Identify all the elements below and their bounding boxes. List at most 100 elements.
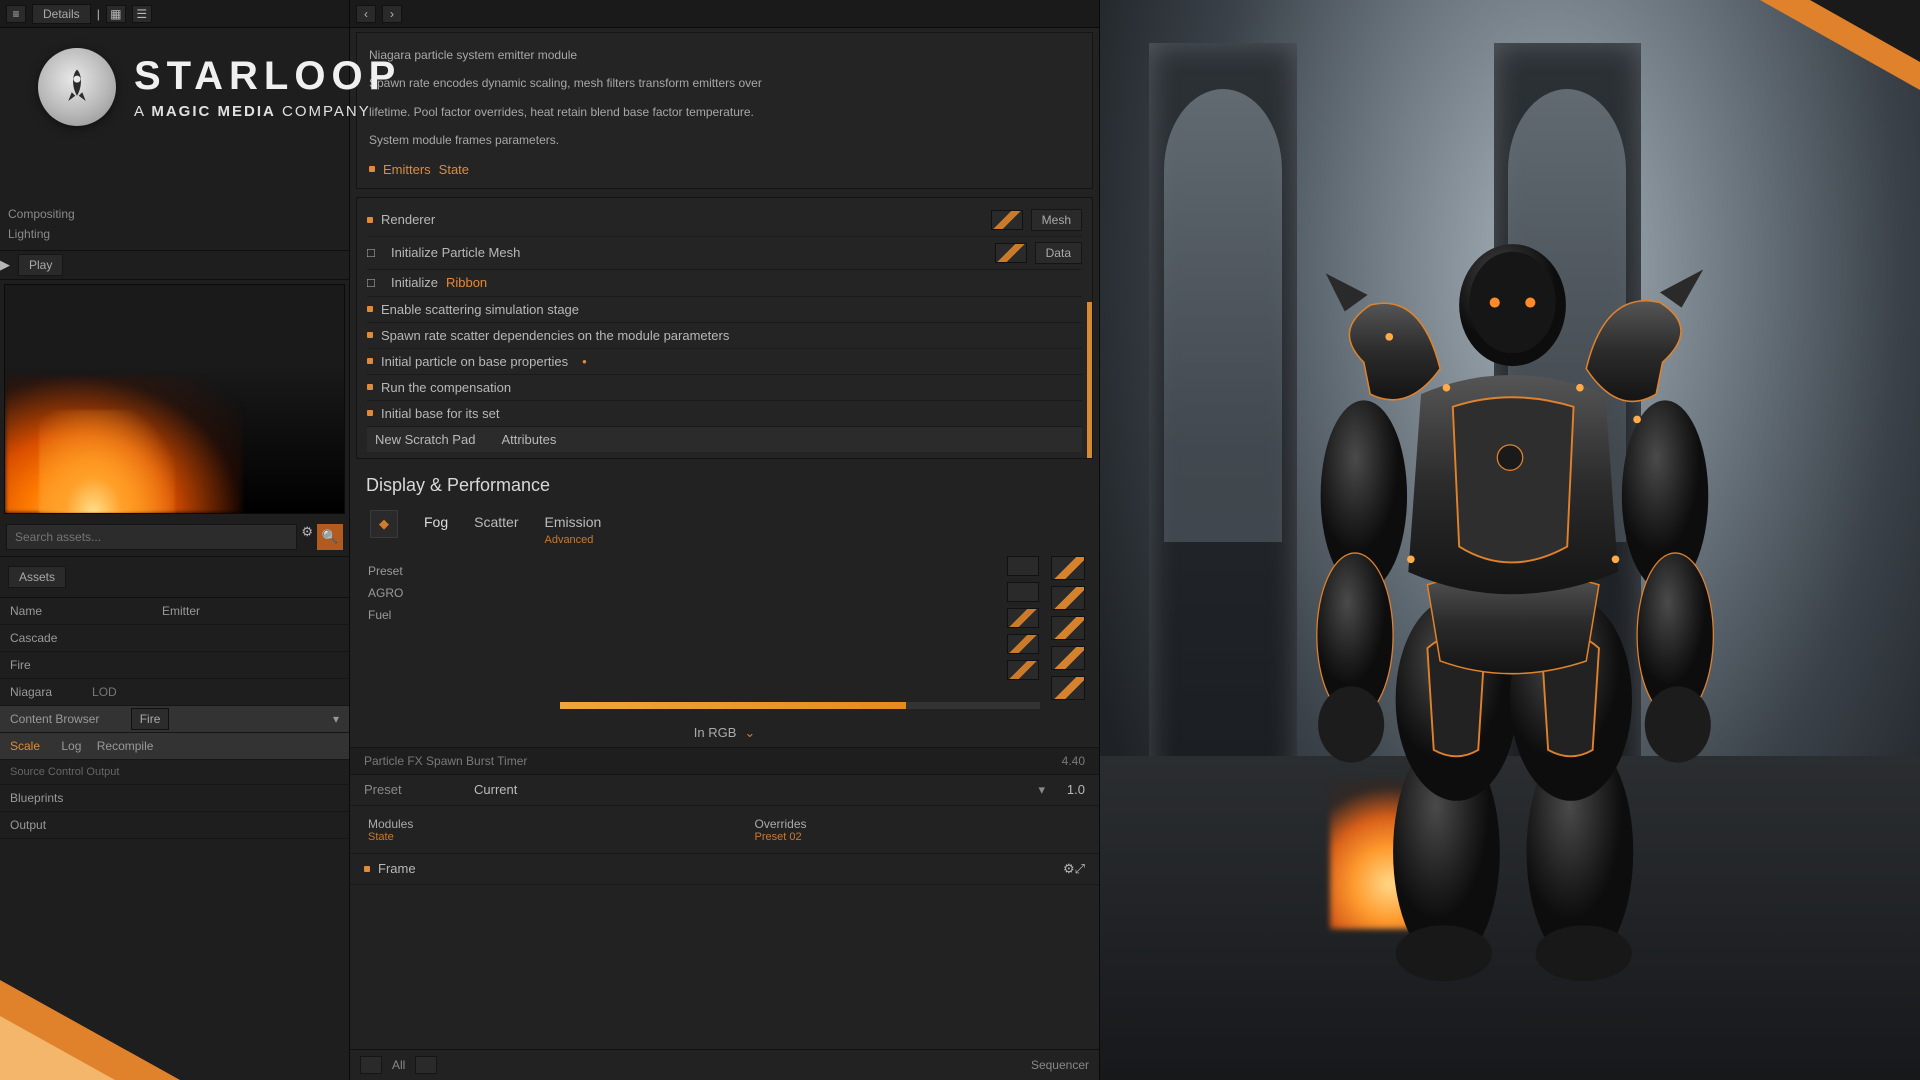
check-item[interactable]: Run the compensation xyxy=(381,380,511,395)
progress-row xyxy=(350,696,1099,719)
tab-row: ◆ Fog Scatter EmissionAdvanced xyxy=(350,504,1099,556)
list-item[interactable]: NameEmitter xyxy=(0,598,349,625)
list-item[interactable]: Blueprints xyxy=(0,785,349,812)
module-name[interactable]: Initialize Particle Mesh xyxy=(391,245,520,260)
chevron-down-icon: ⌄ xyxy=(744,725,755,741)
middle-panel: ‹ › Niagara particle system emitter modu… xyxy=(350,0,1100,1080)
preset-thumb[interactable] xyxy=(1007,608,1039,628)
dot-icon xyxy=(364,866,370,872)
module-name[interactable]: Initialize xyxy=(391,275,438,290)
preset-thumb[interactable] xyxy=(1051,646,1085,670)
link[interactable]: State xyxy=(439,162,469,177)
details-tab[interactable]: Details xyxy=(32,4,91,24)
dropdown[interactable]: In RGB⌄ xyxy=(350,719,1099,747)
search-input[interactable] xyxy=(6,524,297,550)
gear-icon[interactable]: ⚙ xyxy=(1063,861,1075,877)
asset-search: ⚙ 🔍 xyxy=(0,518,349,557)
prop-row[interactable]: AGRO xyxy=(368,582,1081,604)
viewport[interactable] xyxy=(1100,0,1920,1080)
side-btn[interactable]: Mesh xyxy=(1031,209,1082,231)
fwd-icon[interactable]: › xyxy=(382,5,402,23)
list-item[interactable]: Cascade xyxy=(0,625,349,652)
preset-thumb[interactable] xyxy=(1051,556,1085,580)
thumb-icon[interactable] xyxy=(995,243,1027,263)
tab[interactable]: Fog xyxy=(424,510,448,534)
foot-icon[interactable] xyxy=(360,1056,382,1074)
foot-icon[interactable] xyxy=(415,1056,437,1074)
list-item[interactable]: Fire xyxy=(0,652,349,679)
content-field[interactable]: Fire xyxy=(131,708,170,730)
assets-header: Assets xyxy=(0,557,349,598)
preset-thumb[interactable] xyxy=(1051,586,1085,610)
filter-icon[interactable]: ⚙ xyxy=(301,524,313,550)
col-sub: State xyxy=(368,831,695,843)
module-name[interactable]: Renderer xyxy=(381,212,435,227)
box-icon[interactable]: □ xyxy=(367,245,383,261)
menu-icon[interactable]: ≡ xyxy=(6,5,26,23)
list-item[interactable]: Source Control Output xyxy=(0,760,349,785)
box-icon[interactable]: □ xyxy=(367,275,383,291)
dot-icon xyxy=(367,217,373,223)
preset-thumb[interactable] xyxy=(1051,616,1085,640)
assets-tab[interactable]: Assets xyxy=(8,566,66,588)
module-tail[interactable]: Attributes xyxy=(501,432,556,447)
fire-preview[interactable] xyxy=(4,284,345,514)
tab-sub: Advanced xyxy=(544,534,601,546)
back-icon[interactable]: ‹ xyxy=(356,5,376,23)
foot-label[interactable]: Sequencer xyxy=(1031,1058,1089,1072)
nav-item[interactable]: Compositing xyxy=(8,204,341,224)
tab-badge-icon[interactable]: ◆ xyxy=(370,510,398,538)
nav-item[interactable]: Lighting xyxy=(8,224,341,244)
preset-thumb[interactable] xyxy=(1007,582,1039,602)
left-panel: ≡ Details | ▦ ☰ Compositing Lighting ▶ P… xyxy=(0,0,350,1080)
foot-label[interactable]: All xyxy=(392,1058,405,1072)
preset-thumb[interactable] xyxy=(1007,634,1039,654)
list-icon[interactable]: ☰ xyxy=(132,5,152,23)
rocket-icon xyxy=(38,48,116,126)
thumb-column xyxy=(1007,556,1039,680)
prop-row[interactable]: Preset xyxy=(368,560,1081,582)
kv-row[interactable]: PresetCurrent▾1.0 xyxy=(350,775,1099,806)
dot-icon xyxy=(367,410,373,416)
desc-line: lifetime. Pool factor overrides, heat re… xyxy=(369,98,1080,126)
mid-topbar: ‹ › xyxy=(350,0,1099,28)
preset-thumb[interactable] xyxy=(1007,660,1039,680)
search-button[interactable]: 🔍 xyxy=(317,524,343,550)
list-item[interactable]: Output xyxy=(0,812,349,839)
list-item[interactable]: Scale Log Recompile xyxy=(0,733,349,760)
progress-fill xyxy=(560,702,906,709)
dot-icon xyxy=(367,332,373,338)
preset-thumb[interactable] xyxy=(1007,556,1039,576)
check-item[interactable]: Initial base for its set xyxy=(381,406,500,421)
description-panel: Niagara particle system emitter module S… xyxy=(356,32,1093,189)
module-tag: Ribbon xyxy=(446,275,487,290)
frame-row[interactable]: Frame⚙⤢ xyxy=(350,853,1099,885)
grid-icon[interactable]: ▦ xyxy=(106,5,126,23)
desc-line: Spawn rate encodes dynamic scaling, mesh… xyxy=(369,69,1080,97)
thumb-icon[interactable] xyxy=(991,210,1023,230)
prop-row[interactable]: Fuel xyxy=(368,604,1081,626)
module-tail[interactable]: New Scratch Pad xyxy=(375,432,475,447)
scrollbar[interactable] xyxy=(1087,302,1092,458)
list-item[interactable]: NiagaraLOD xyxy=(0,679,349,706)
play-icon[interactable]: ▶ xyxy=(0,257,10,273)
corner-accent xyxy=(0,1016,115,1080)
check-item[interactable]: Initial particle on base properties xyxy=(381,354,568,369)
tab[interactable]: Scatter xyxy=(474,510,518,534)
side-btn[interactable]: Data xyxy=(1035,242,1082,264)
dot-icon xyxy=(367,384,373,390)
check-item[interactable]: Spawn rate scatter dependencies on the m… xyxy=(381,328,729,343)
progress-bar[interactable] xyxy=(560,702,1040,709)
left-topbar: ≡ Details | ▦ ☰ xyxy=(0,0,349,28)
check-item[interactable]: Enable scattering simulation stage xyxy=(381,302,579,317)
expand-icon[interactable]: ⤢ xyxy=(1075,861,1085,877)
bullet-icon xyxy=(369,166,375,172)
modules-panel: Renderer Mesh □ Initialize Particle Mesh Da… xyxy=(356,197,1093,459)
play-button[interactable]: Play xyxy=(18,254,63,276)
dot-icon xyxy=(367,306,373,312)
list-item[interactable]: Content Browser Fire ▾ xyxy=(0,706,349,733)
link[interactable]: Emitters xyxy=(383,162,431,177)
corner-accent xyxy=(1810,0,1920,62)
tab[interactable]: Emission xyxy=(544,510,601,534)
desc-line: System module frames parameters. xyxy=(369,126,1080,154)
